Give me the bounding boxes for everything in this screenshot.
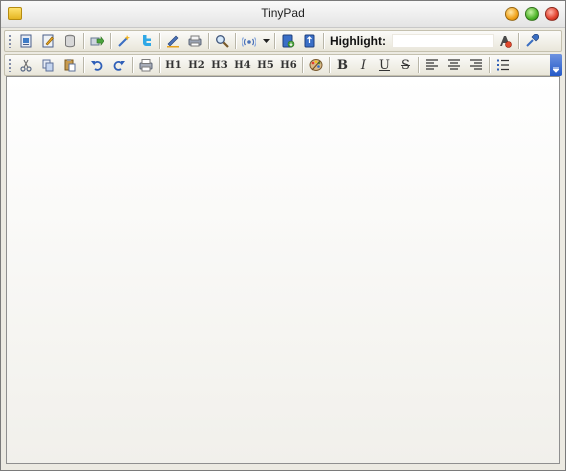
paste-button[interactable] [60,56,80,74]
strikethrough-button[interactable]: S [395,56,416,74]
toolbar-separator [489,57,490,73]
new-document-button[interactable] [16,32,36,50]
broadcast-icon [242,37,256,47]
dropdown-arrow-icon [262,38,270,43]
new-document-icon [20,34,32,48]
broadcast-button[interactable] [239,32,259,50]
toolbar-separator [83,57,84,73]
highlight-clear-button[interactable] [495,32,515,50]
wand-button[interactable] [114,32,134,50]
search-icon [216,35,229,48]
editor-textarea[interactable] [6,76,560,464]
toolbar-separator [418,57,419,73]
heading-1-button[interactable]: H1 [163,56,185,74]
app-window: TinyPad Highlight: H1 H2 H3 H4 H5 H6 B I… [0,0,566,471]
broadcast-dropdown[interactable] [261,32,271,50]
forward-button[interactable] [87,32,107,50]
toolbar-separator [132,57,133,73]
heading-2-button[interactable]: H2 [186,56,208,74]
wand-icon [118,35,130,47]
copy-icon [42,59,54,72]
toolbar-separator [329,57,330,73]
pen-icon [167,35,179,48]
twitter-icon [143,35,151,46]
printer-icon [139,59,153,72]
upload-button[interactable] [300,32,320,50]
align-left-icon [426,59,438,70]
undo-icon [91,61,103,71]
database-button[interactable] [60,32,80,50]
toolbar-separator [110,33,111,49]
highlight-input[interactable] [391,34,494,48]
align-left-button[interactable] [422,56,442,74]
minimize-button[interactable] [505,7,519,21]
toolbar-grip[interactable] [8,34,12,48]
highlight-clear-icon [499,36,512,48]
maximize-button[interactable] [525,7,539,21]
align-center-button[interactable] [444,56,464,74]
chevron-down-icon [553,67,559,73]
bold-button[interactable]: B [332,56,353,74]
print-preview-button[interactable] [185,32,205,50]
title-bar[interactable]: TinyPad [1,1,565,28]
align-right-button[interactable] [466,56,486,74]
redo-icon [113,61,125,71]
paste-icon [64,59,76,72]
search-button[interactable] [212,32,232,50]
color-palette-button[interactable] [306,56,326,74]
toolbar-overflow-button[interactable] [550,54,562,76]
eyedropper-button[interactable] [522,32,542,50]
list-button[interactable] [493,56,513,74]
format-toolbar: H1 H2 H3 H4 H5 H6 B I U S [4,54,562,76]
italic-button[interactable]: I [353,56,374,74]
toolbar-separator [517,33,519,49]
align-right-icon [470,59,482,70]
list-icon [497,59,509,71]
heading-5-button[interactable]: H5 [255,56,277,74]
palette-icon [309,59,323,71]
toolbar-separator [208,33,209,49]
align-center-icon [448,59,460,70]
toolbar-separator [302,57,303,73]
toolbar-grip[interactable] [8,58,12,72]
copy-button[interactable] [38,56,58,74]
toolbar-separator [83,33,84,49]
undo-button[interactable] [87,56,107,74]
toolbar-separator [159,33,160,49]
edit-document-icon [42,34,54,48]
download-button[interactable] [278,32,298,50]
toolbar-separator [235,33,236,49]
toolbar-separator [159,57,160,73]
cut-button[interactable] [16,56,36,74]
heading-4-button[interactable]: H4 [232,56,254,74]
heading-6-button[interactable]: H6 [278,56,300,74]
database-icon [65,34,75,48]
scissors-icon [20,59,32,72]
upload-icon [304,34,315,48]
toolbar-separator [323,33,324,49]
edit-document-button[interactable] [38,32,58,50]
download-icon [282,34,295,48]
main-toolbar: Highlight: [4,30,562,52]
pen-button[interactable] [163,32,183,50]
underline-button[interactable]: U [374,56,395,74]
eyedropper-icon [526,34,539,47]
forward-icon [90,36,104,46]
redo-button[interactable] [109,56,129,74]
close-button[interactable] [545,7,559,21]
toolbar-separator [274,33,275,49]
heading-3-button[interactable]: H3 [209,56,231,74]
window-title: TinyPad [261,6,305,20]
highlight-label: Highlight: [330,34,386,48]
twitter-button[interactable] [136,32,156,50]
print-button[interactable] [136,56,156,74]
print-preview-icon [188,35,202,47]
